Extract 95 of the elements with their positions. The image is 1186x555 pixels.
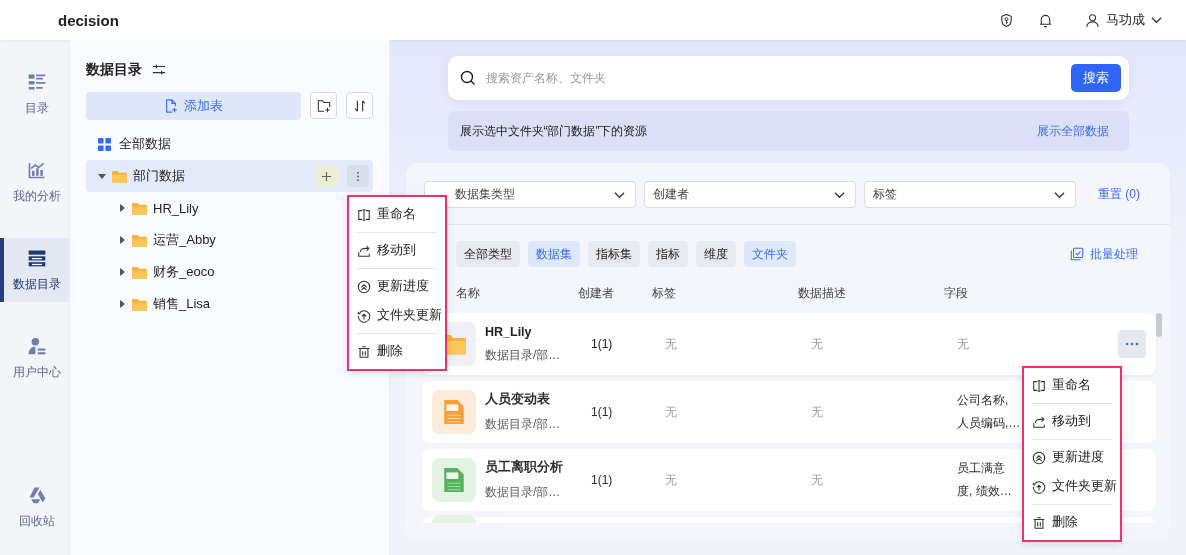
user-menu[interactable]: 马功成 (1085, 11, 1162, 29)
item-name: 员工离职分析 (485, 459, 564, 476)
filter-chip[interactable]: 文件夹 (744, 241, 796, 267)
caret-down-icon[interactable] (98, 172, 106, 180)
caret-right-icon[interactable] (118, 236, 126, 244)
reset-link[interactable]: 重置 (0) (1098, 186, 1140, 203)
spreadsheet-file-icon (442, 467, 466, 493)
menu-item[interactable]: 移动到 (1032, 407, 1112, 436)
add-icon[interactable] (315, 165, 337, 187)
double-chevron-up-icon (357, 279, 371, 294)
item-path: 数据目录/部… (485, 346, 562, 364)
rail-item[interactable]: 我的分析 (0, 150, 69, 214)
table-cell-text: 无 (665, 403, 678, 421)
table-cell-text: 1(1) (591, 473, 614, 487)
chevron-down-icon (1151, 16, 1162, 24)
search-button[interactable]: 搜索 (1070, 64, 1121, 92)
shield-key-icon[interactable] (999, 12, 1014, 28)
table-cell-text: 无 (665, 335, 678, 353)
column-header: 创建者 (578, 284, 615, 302)
caret-right-icon[interactable] (118, 204, 126, 212)
chevron-down-icon (834, 190, 845, 199)
sql-file-icon (442, 399, 466, 425)
rail-item[interactable]: 用户中心 (0, 326, 69, 390)
share-arrow-icon (1032, 414, 1046, 429)
column-header: 字段 (944, 284, 968, 302)
more-icon (1125, 342, 1139, 346)
trash-icon (357, 344, 371, 359)
scrollbar-thumb[interactable] (1156, 313, 1162, 337)
table-cell-text: 1(1) (591, 405, 614, 419)
filter-chip[interactable]: 指标 (648, 241, 688, 267)
table-cell-text: 无 (665, 471, 678, 489)
search-field[interactable]: 搜索资产名称、文件夹 搜索 (447, 56, 1129, 100)
caret-right-icon[interactable] (118, 268, 126, 276)
sort-arrows-icon (352, 98, 367, 113)
filter-sliders-icon[interactable] (152, 63, 166, 77)
folder-plus-icon (316, 98, 331, 113)
filter-chip[interactable]: 维度 (696, 241, 736, 267)
item-path: 数据目录/部… (485, 484, 562, 501)
folder-icon (132, 297, 147, 311)
batch-link[interactable]: 批量处理 (1070, 245, 1138, 263)
folder-icon (132, 265, 147, 279)
panel-title: 数据目录 (86, 61, 142, 79)
table-cell-text: 无 (811, 335, 824, 353)
search-icon (459, 70, 476, 86)
sort-button[interactable] (346, 92, 373, 119)
table-cell-text: 1(1) (591, 337, 614, 351)
tree-item[interactable]: 部门数据 (86, 160, 373, 192)
grid-icon (98, 137, 111, 151)
user-icon (26, 335, 47, 356)
notice-text: 展示选中文件夹“部门数据”下的资源 (459, 122, 648, 140)
table-cell: 员工满意 (957, 460, 1005, 477)
filter-chip[interactable]: 数据集 (528, 241, 580, 267)
column-header: 数据描述 (798, 284, 847, 302)
filter-dropdown[interactable]: 标签 (864, 181, 1076, 208)
add-file-icon (164, 99, 178, 113)
table-cell-text: 无 (811, 403, 824, 421)
column-header: 标签 (652, 284, 677, 302)
filter-chip[interactable]: 全部类型 (456, 241, 520, 267)
bell-icon[interactable] (1038, 12, 1053, 28)
item-name: 人员变动表 (485, 391, 551, 408)
tree-item[interactable]: 全部数据 (86, 128, 373, 160)
caret-right-icon[interactable] (118, 300, 126, 308)
table-cell: 公司名称, (957, 392, 1009, 409)
column-header: 名称 (456, 284, 481, 302)
new-folder-button[interactable] (310, 92, 337, 119)
table-cell-text: 无 (811, 471, 824, 489)
refresh-upload-icon (1032, 479, 1046, 494)
rename-icon (1032, 378, 1046, 393)
add-table-button[interactable]: 添加表 (86, 92, 301, 120)
trash-icon (1032, 515, 1046, 530)
table-cell: 人员编码,… (957, 415, 1021, 432)
item-name: HR_Lily (485, 324, 533, 339)
rail-item[interactable]: 目录 (0, 62, 69, 126)
table-cell: 度, 绩效… (957, 483, 1012, 500)
rename-icon (357, 207, 371, 222)
chevron-down-icon (1054, 190, 1065, 199)
chevron-down-icon (614, 190, 625, 199)
double-chevron-up-icon (1032, 450, 1046, 465)
filter-chip[interactable]: 指标集 (588, 241, 640, 267)
folder-icon (132, 233, 147, 247)
folder-icon (112, 169, 127, 183)
user-icon (1085, 12, 1100, 28)
folder-icon (132, 201, 147, 215)
rail-item[interactable]: 数据目录 (0, 238, 69, 302)
table-cell: 无 (957, 335, 969, 353)
filter-dropdown[interactable]: 数据集类型 (424, 181, 636, 208)
refresh-upload-icon (357, 308, 371, 323)
checkbox-stack-icon (1070, 247, 1084, 261)
menu-item[interactable]: 删除 (1032, 508, 1112, 537)
show-all-link[interactable]: 展示全部数据 (1036, 122, 1109, 140)
filter-dropdown[interactable]: 创建者 (644, 181, 856, 208)
rail-item[interactable]: 回收站 (0, 475, 69, 539)
app-title: decision (58, 11, 119, 29)
item-path: 数据目录/部… (485, 416, 562, 433)
share-arrow-icon (357, 243, 371, 258)
